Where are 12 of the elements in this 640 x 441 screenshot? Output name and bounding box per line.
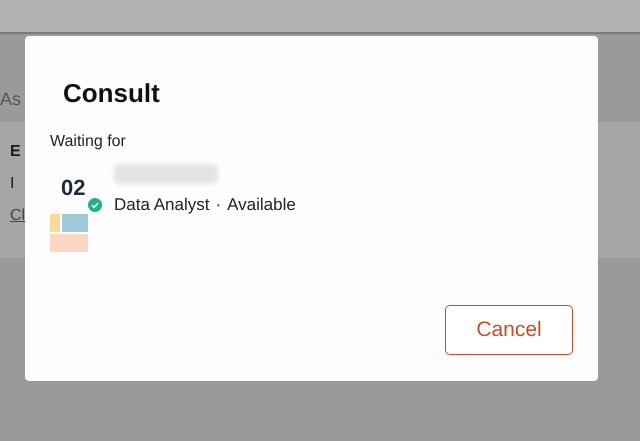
cancel-button[interactable]: Cancel [445,305,573,355]
waiting-label: Waiting for [50,132,126,152]
illustration-icon [50,214,90,254]
dialog-title: Consult [63,80,160,106]
role-text: Data Analyst [114,194,210,216]
status-text: Available [227,194,296,216]
avatar-initials: 02 [61,177,86,199]
card-text: I [10,174,14,194]
card-title: E [10,142,21,162]
card-link[interactable]: Cl [10,204,26,228]
page-heading: As [0,90,22,108]
separator-text: · [215,194,222,216]
